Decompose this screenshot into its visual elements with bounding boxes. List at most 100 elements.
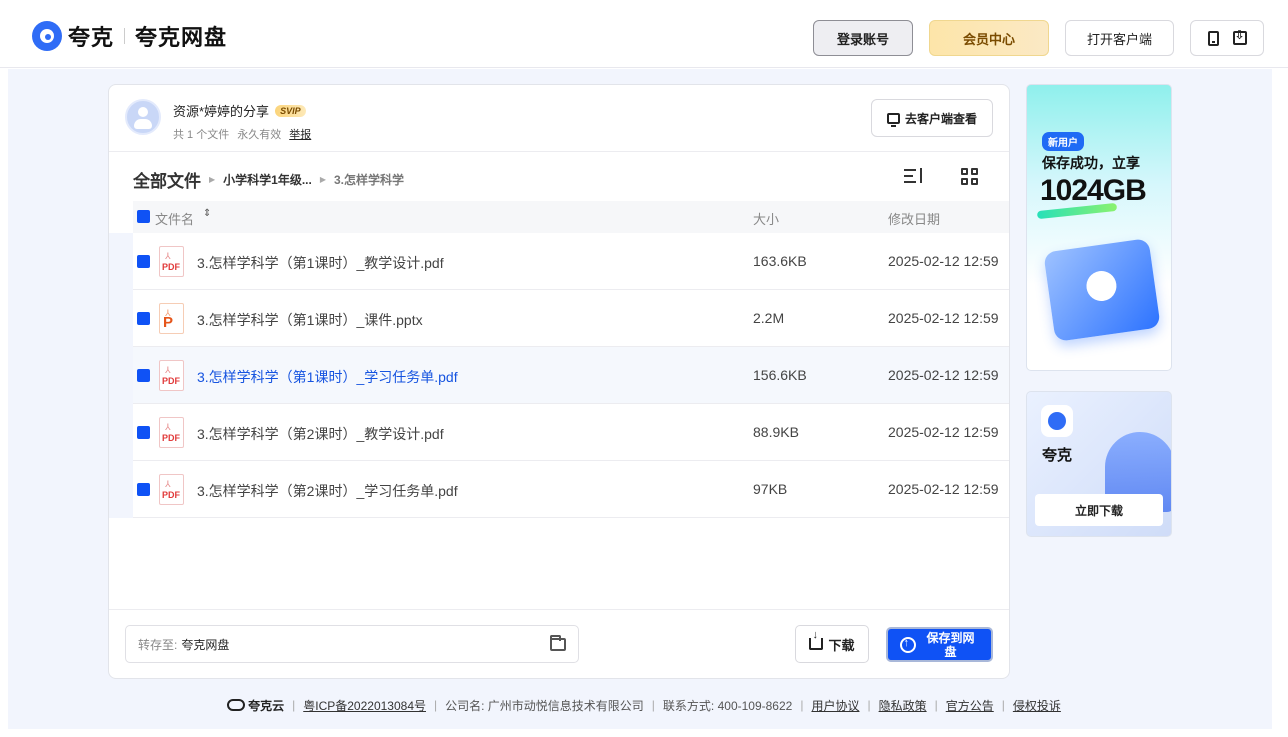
breadcrumb-item[interactable]: 小学科学1年级... <box>223 171 312 188</box>
select-all-checkbox[interactable] <box>137 210 150 223</box>
table-row[interactable]: ⅄ P 3.怎样学科学（第1课时）_课件.pptx 2.2M 2025-02-12… <box>133 290 1009 347</box>
row-checkbox[interactable] <box>137 369 150 382</box>
save-label: 保存到网盘 <box>926 630 975 659</box>
table-row[interactable]: ⅄ PDF 3.怎样学科学（第1课时）_学习任务单.pdf 156.6KB 202… <box>133 347 1009 404</box>
logo-separator <box>124 28 126 44</box>
row-checkbox[interactable] <box>137 312 150 325</box>
download-now-button[interactable]: 立即下载 <box>1035 494 1163 526</box>
file-size: 2.2M <box>753 310 785 326</box>
file-name[interactable]: 3.怎样学科学（第1课时）_学习任务单.pdf <box>197 367 458 387</box>
user-agreement-link[interactable]: 用户协议 <box>811 697 859 714</box>
column-date: 修改日期 <box>888 212 941 227</box>
file-date: 2025-02-12 12:59 <box>888 424 999 440</box>
table-header: 文件名 ⇕ 大小 修改日期 <box>133 201 1009 233</box>
pdf-file-icon: ⅄ PDF <box>159 360 184 391</box>
download-icon <box>809 629 824 650</box>
row-gutter <box>109 233 133 518</box>
infringement-link[interactable]: 侵权投诉 <box>1013 697 1061 714</box>
privacy-policy-link[interactable]: 隐私政策 <box>879 697 927 714</box>
avatar <box>125 99 161 135</box>
cloud-logo-icon <box>227 699 246 711</box>
folder-icon[interactable] <box>550 635 566 651</box>
pdf-file-icon: ⅄ PDF <box>159 474 184 505</box>
table-row[interactable]: ⅄ PDF 3.怎样学科学（第1课时）_教学设计.pdf 163.6KB 2025… <box>133 233 1009 290</box>
top-header: 夸克 夸克网盘 登录账号 会员中心 打开客户端 <box>0 0 1288 68</box>
divider <box>109 151 1009 152</box>
sort-icon[interactable] <box>904 167 924 185</box>
goto-client-button[interactable]: 去客户端查看 <box>871 99 993 137</box>
file-name[interactable]: 3.怎样学科学（第2课时）_教学设计.pdf <box>197 424 444 444</box>
goto-client-label: 去客户端查看 <box>904 111 977 126</box>
table-row[interactable]: ⅄ PDF 3.怎样学科学（第2课时）_学习任务单.pdf 97KB 2025-0… <box>133 461 1009 518</box>
file-size: 163.6KB <box>753 253 807 269</box>
file-name[interactable]: 3.怎样学科学（第2课时）_学习任务单.pdf <box>197 481 458 501</box>
logo-subtitle: 夸克网盘 <box>135 25 228 50</box>
company-name: 公司名: 广州市动悦信息技术有限公司 <box>445 698 644 713</box>
sharer-info: 资源*婷婷的分享 SVIP 共 1 个文件 永久有效 举报 <box>125 99 311 142</box>
open-client-button[interactable]: 打开客户端 <box>1065 20 1174 56</box>
page-footer: 夸克云 | 粤ICP备2022013084号 | 公司名: 广州市动悦信息技术有… <box>0 694 1288 716</box>
pdf-file-icon: ⅄ PDF <box>159 246 184 277</box>
logo-text: 夸克 <box>68 25 115 50</box>
quark-logo-icon <box>32 21 62 51</box>
phone-icon[interactable] <box>1207 30 1219 46</box>
row-checkbox[interactable] <box>137 483 150 496</box>
file-name[interactable]: 3.怎样学科学（第1课时）_课件.pptx <box>197 310 423 330</box>
pptx-file-icon: ⅄ P <box>159 303 184 334</box>
app-download-banner[interactable]: 夸克 立即下载 <box>1026 391 1172 537</box>
vip-center-button[interactable]: 会员中心 <box>929 20 1049 56</box>
table-row[interactable]: ⅄ PDF 3.怎样学科学（第2课时）_教学设计.pdf 88.9KB 2025-… <box>133 404 1009 461</box>
file-count: 共 1 个文件 <box>173 129 230 141</box>
svip-badge: SVIP <box>275 104 306 117</box>
breadcrumb-root[interactable]: 全部文件 <box>133 167 201 192</box>
grid-view-icon[interactable] <box>961 168 978 185</box>
file-date: 2025-02-12 12:59 <box>888 253 999 269</box>
announcement-link[interactable]: 官方公告 <box>946 697 994 714</box>
breadcrumb-current: 3.怎样学科学 <box>334 173 405 187</box>
new-user-badge: 新用户 <box>1042 132 1084 151</box>
chevron-right-icon: ▶ <box>209 175 216 184</box>
file-date: 2025-02-12 12:59 <box>888 310 999 326</box>
share-card: 资源*婷婷的分享 SVIP 共 1 个文件 永久有效 举报 去客户端查看 全部文… <box>108 84 1010 679</box>
file-size: 156.6KB <box>753 367 807 383</box>
column-size: 大小 <box>753 212 780 227</box>
footer-brand: 夸克云 <box>227 697 284 714</box>
file-size: 97KB <box>753 481 788 497</box>
sharer-name-row: 资源*婷婷的分享 SVIP <box>173 101 311 120</box>
row-checkbox[interactable] <box>137 255 150 268</box>
promo-storage: 1024GB <box>1040 174 1147 207</box>
folder-illustration <box>1043 238 1161 342</box>
save-destination-field[interactable]: 转存至: 夸克网盘 <box>125 625 579 663</box>
upload-cloud-icon <box>899 636 916 653</box>
chevron-right-icon: ▶ <box>319 175 326 184</box>
quark-app-icon <box>1041 405 1073 437</box>
device-buttons <box>1190 20 1264 56</box>
validity: 永久有效 <box>237 129 282 141</box>
divider <box>109 609 1009 610</box>
app-name: 夸克 <box>1042 447 1073 464</box>
sort-toggle-icon[interactable]: ⇕ <box>203 208 211 219</box>
file-date: 2025-02-12 12:59 <box>888 367 999 383</box>
promo-line: 保存成功，立享 <box>1042 155 1140 171</box>
save-to-drive-button[interactable]: 保存到网盘 <box>886 627 993 662</box>
contact-info: 联系方式: 400-109-8622 <box>662 698 793 713</box>
new-user-promo-banner[interactable]: 新用户 保存成功，立享 1024GB <box>1026 84 1172 371</box>
save-destination-value: 夸克网盘 <box>181 637 230 652</box>
quark-logo[interactable]: 夸克 夸克网盘 <box>32 20 227 52</box>
file-name[interactable]: 3.怎样学科学（第1课时）_教学设计.pdf <box>197 253 444 273</box>
row-checkbox[interactable] <box>137 426 150 439</box>
monitor-icon <box>886 112 900 127</box>
pdf-file-icon: ⅄ PDF <box>159 417 184 448</box>
file-size: 88.9KB <box>753 424 799 440</box>
save-destination-label: 转存至: <box>138 637 178 652</box>
login-button[interactable]: 登录账号 <box>813 20 913 56</box>
download-app-icon[interactable] <box>1232 28 1247 45</box>
file-date: 2025-02-12 12:59 <box>888 481 999 497</box>
report-link[interactable]: 举报 <box>289 126 311 142</box>
download-label: 下载 <box>828 637 855 653</box>
download-button[interactable]: 下载 <box>795 625 869 663</box>
icp-link[interactable]: 粤ICP备2022013084号 <box>303 697 426 714</box>
column-name[interactable]: 文件名 <box>155 209 194 228</box>
sharer-name: 资源*婷婷的分享 <box>173 104 270 119</box>
breadcrumb: 全部文件 ▶ 小学科学1年级... ▶ 3.怎样学科学 <box>133 167 404 192</box>
